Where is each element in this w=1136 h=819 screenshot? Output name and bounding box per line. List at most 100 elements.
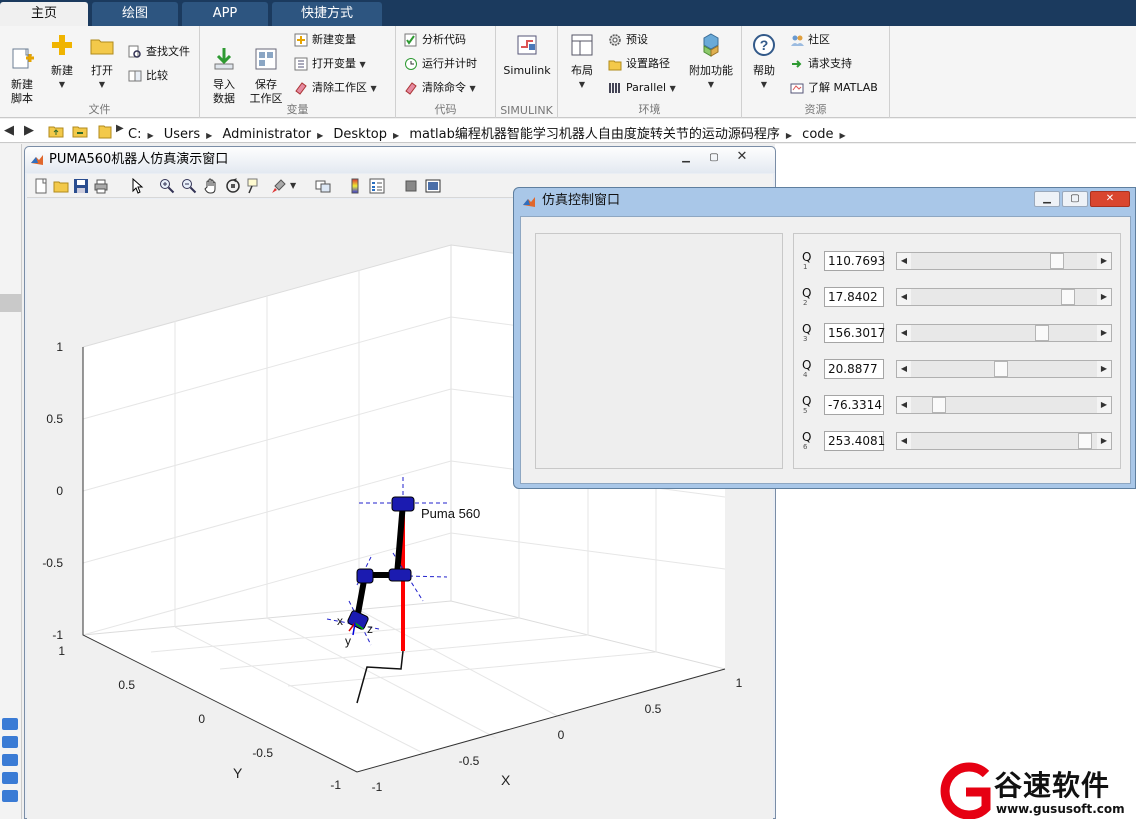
slider-right-arrow-icon[interactable]: ▶ <box>1097 289 1111 305</box>
set-path-button[interactable]: 设置路径 <box>606 54 670 74</box>
data-cursor-icon[interactable] <box>247 178 263 194</box>
new-variable-button[interactable]: 新建变量 <box>292 30 356 50</box>
resources-group-title: 资源 <box>804 103 827 116</box>
open-variable-button[interactable]: 打开变量 ▼ <box>292 54 366 74</box>
breadcrumb-item[interactable]: Users <box>164 127 200 142</box>
clear-workspace-button[interactable]: 清除工作区 ▼ <box>292 78 377 98</box>
watermark-url: www.gususoft.com <box>996 802 1125 816</box>
brush-dropdown-icon[interactable]: ▼ <box>290 181 296 190</box>
slider-right-arrow-icon[interactable]: ▶ <box>1097 433 1111 449</box>
open-button[interactable]: 打开 ▼ <box>84 32 120 92</box>
up-folder-icon[interactable] <box>48 123 64 139</box>
slider-right-arrow-icon[interactable]: ▶ <box>1097 397 1111 413</box>
browse-folder-icon[interactable] <box>72 123 88 139</box>
minimize-button[interactable]: ▁ <box>673 151 699 167</box>
slider-right-arrow-icon[interactable]: ▶ <box>1097 361 1111 377</box>
x-tick-label: 0.5 <box>645 702 662 716</box>
joint-slider[interactable]: ◀ ▶ <box>896 396 1112 414</box>
back-arrow-icon[interactable]: ◀ <box>4 123 14 138</box>
request-support-button[interactable]: 请求支持 <box>788 54 852 74</box>
joint-value-field[interactable]: 253.4081 <box>824 431 885 451</box>
tab-home[interactable]: 主页 <box>0 2 88 26</box>
slider-thumb[interactable] <box>931 397 946 413</box>
new-figure-icon[interactable] <box>33 178 49 194</box>
hide-plot-tools-icon[interactable] <box>403 178 419 194</box>
joint-label: Q <box>802 430 812 444</box>
breadcrumb-item[interactable]: code <box>802 127 833 142</box>
new-variable-icon <box>294 33 308 47</box>
import-data-button[interactable]: 导入 数据 <box>206 32 242 106</box>
colorbar-icon[interactable] <box>347 178 363 194</box>
show-plot-tools-icon[interactable] <box>425 178 441 194</box>
open-file-icon[interactable] <box>53 178 69 194</box>
slider-left-arrow-icon[interactable]: ◀ <box>897 397 911 413</box>
find-files-button[interactable]: 查找文件 <box>126 42 190 62</box>
joint-slider[interactable]: ◀ ▶ <box>896 360 1112 378</box>
breadcrumb-item[interactable]: matlab编程机器智能学习机器人自由度旋转关节的运动源码程序 <box>409 127 780 142</box>
preferences-button[interactable]: 预设 <box>606 30 648 50</box>
slider-thumb[interactable] <box>1060 289 1075 305</box>
forward-arrow-icon[interactable]: ▶ <box>24 123 34 138</box>
joint-value-field[interactable]: -76.3314 <box>824 395 884 415</box>
figure-titlebar[interactable]: PUMA560机器人仿真演示窗口 <box>25 147 775 173</box>
tab-shortcuts[interactable]: 快捷方式 <box>272 2 382 26</box>
joint-value-field[interactable]: 110.7693 <box>824 251 885 271</box>
joint-slider[interactable]: ◀ ▶ <box>896 324 1112 342</box>
joint-value-field[interactable]: 20.8877 <box>824 359 884 379</box>
robot-name-label: Puma 560 <box>421 506 480 521</box>
breadcrumb-item[interactable]: Desktop <box>333 127 387 142</box>
joint-slider[interactable]: ◀ ▶ <box>896 432 1112 450</box>
community-button[interactable]: 社区 <box>788 30 830 50</box>
close-button[interactable]: ✕ <box>1090 191 1130 207</box>
slider-thumb[interactable] <box>1050 253 1065 269</box>
tab-plots[interactable]: 绘图 <box>92 2 178 26</box>
zoom-in-icon[interactable] <box>159 178 175 194</box>
pointer-icon[interactable] <box>129 178 145 194</box>
breadcrumb-item[interactable]: Administrator <box>222 127 311 142</box>
parallel-button[interactable]: Parallel ▼ <box>606 78 676 98</box>
print-icon[interactable] <box>93 178 109 194</box>
joint-slider[interactable]: ◀ ▶ <box>896 288 1112 306</box>
slider-thumb[interactable] <box>1034 325 1049 341</box>
learn-matlab-button[interactable]: 了解 MATLAB <box>788 78 878 98</box>
new-button[interactable]: 新建 ▼ <box>44 32 80 92</box>
slider-left-arrow-icon[interactable]: ◀ <box>897 433 911 449</box>
rotate-3d-icon[interactable] <box>225 178 241 194</box>
joint-value-field[interactable]: 17.8402 <box>824 287 884 307</box>
maximize-button[interactable]: ▢ <box>1062 191 1088 207</box>
clear-commands-button[interactable]: 清除命令 ▼ <box>402 78 476 98</box>
simulink-icon <box>517 35 537 55</box>
slider-left-arrow-icon[interactable]: ◀ <box>897 289 911 305</box>
link-plot-icon[interactable] <box>315 178 331 194</box>
slider-left-arrow-icon[interactable]: ◀ <box>897 361 911 377</box>
joint-slider[interactable]: ◀ ▶ <box>896 252 1112 270</box>
analyze-code-button[interactable]: 分析代码 <box>402 30 466 50</box>
selected-row[interactable] <box>0 294 22 312</box>
close-button[interactable]: ✕ <box>729 150 755 166</box>
z-tick-label: 0.5 <box>46 412 63 426</box>
layout-button[interactable]: 布局 ▼ <box>562 32 602 92</box>
save-workspace-button[interactable]: 保存 工作区 <box>246 32 286 106</box>
slider-left-arrow-icon[interactable]: ◀ <box>897 325 911 341</box>
pan-hand-icon[interactable] <box>203 178 219 194</box>
legend-icon[interactable] <box>369 178 385 194</box>
slider-right-arrow-icon[interactable]: ▶ <box>1097 253 1111 269</box>
run-and-time-button[interactable]: 运行并计时 <box>402 54 477 74</box>
slider-left-arrow-icon[interactable]: ◀ <box>897 253 911 269</box>
addons-button[interactable]: 附加功能 ▼ <box>686 32 736 92</box>
compare-button[interactable]: 比较 <box>126 66 168 86</box>
slider-right-arrow-icon[interactable]: ▶ <box>1097 325 1111 341</box>
minimize-button[interactable]: ▁ <box>1034 191 1060 207</box>
tab-apps[interactable]: APP <box>182 2 268 26</box>
breadcrumb-item[interactable]: C: <box>128 127 141 142</box>
zoom-out-icon[interactable] <box>181 178 197 194</box>
slider-thumb[interactable] <box>993 361 1008 377</box>
joint-value-field[interactable]: 156.3017 <box>824 323 885 343</box>
maximize-button[interactable]: ▢ <box>701 151 727 167</box>
slider-thumb[interactable] <box>1077 433 1092 449</box>
simulink-button[interactable]: Simulink <box>500 32 554 78</box>
new-script-button[interactable]: 新建 脚本 <box>4 32 40 106</box>
help-button[interactable]: ? 帮助 ▼ <box>748 32 780 92</box>
save-icon[interactable] <box>73 178 89 194</box>
brush-icon[interactable] <box>271 178 287 194</box>
